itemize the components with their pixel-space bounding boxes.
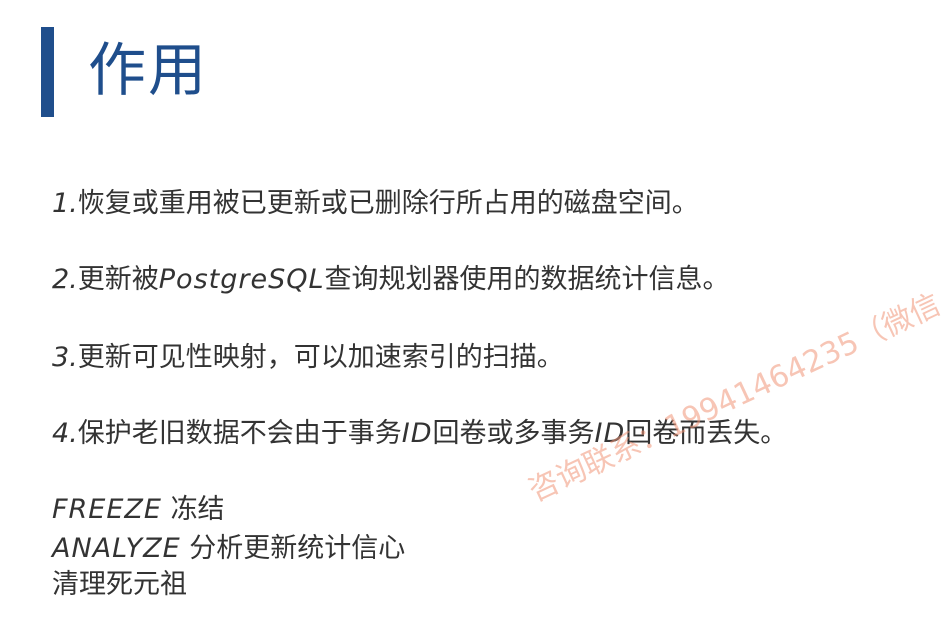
item-text: 更新被 bbox=[77, 264, 159, 295]
note-text: 冻结 bbox=[170, 494, 225, 525]
watermark: 咨询联系：19941464235（微信 bbox=[523, 287, 946, 509]
note-text: 分析更新统计信心 bbox=[189, 533, 406, 564]
list-item: 2.更新被PostgreSQL查询规划器使用的数据统计信息。 bbox=[52, 260, 730, 300]
item-number: 2. bbox=[52, 264, 78, 295]
note-line: 清理死元祖 bbox=[52, 568, 187, 602]
note-text: 清理死元祖 bbox=[52, 569, 187, 600]
item-italic-term: ID bbox=[594, 418, 626, 449]
slide-title: 作用 bbox=[88, 36, 209, 104]
list-item: 4.保护老旧数据不会由于事务ID回卷或多事务ID回卷而丢失。 bbox=[52, 414, 787, 454]
item-number: 1. bbox=[52, 188, 78, 219]
item-text: 查询规划器使用的数据统计信息。 bbox=[324, 264, 730, 295]
note-keyword: ANALYZE bbox=[52, 533, 181, 564]
item-text: 保护老旧数据不会由于事务 bbox=[77, 418, 402, 449]
item-number: 3. bbox=[52, 342, 78, 373]
item-text: 回卷或多事务 bbox=[432, 418, 595, 449]
note-line: ANALYZE 分析更新统计信心 bbox=[52, 532, 405, 566]
title-accent-bar bbox=[41, 27, 54, 117]
item-number: 4. bbox=[52, 418, 78, 449]
item-text: 更新可见性映射，可以加速索引的扫描。 bbox=[77, 342, 564, 373]
note-keyword: FREEZE bbox=[52, 494, 162, 525]
item-italic-term: PostgreSQL bbox=[158, 264, 325, 295]
item-text: 回卷而丢失。 bbox=[625, 418, 788, 449]
item-italic-term: ID bbox=[401, 418, 433, 449]
note-line: FREEZE 冻结 bbox=[52, 493, 225, 527]
list-item: 3.更新可见性映射，可以加速索引的扫描。 bbox=[52, 338, 564, 378]
item-text: 恢复或重用被已更新或已删除行所占用的磁盘空间。 bbox=[77, 188, 699, 219]
list-item: 1.恢复或重用被已更新或已删除行所占用的磁盘空间。 bbox=[52, 184, 699, 224]
